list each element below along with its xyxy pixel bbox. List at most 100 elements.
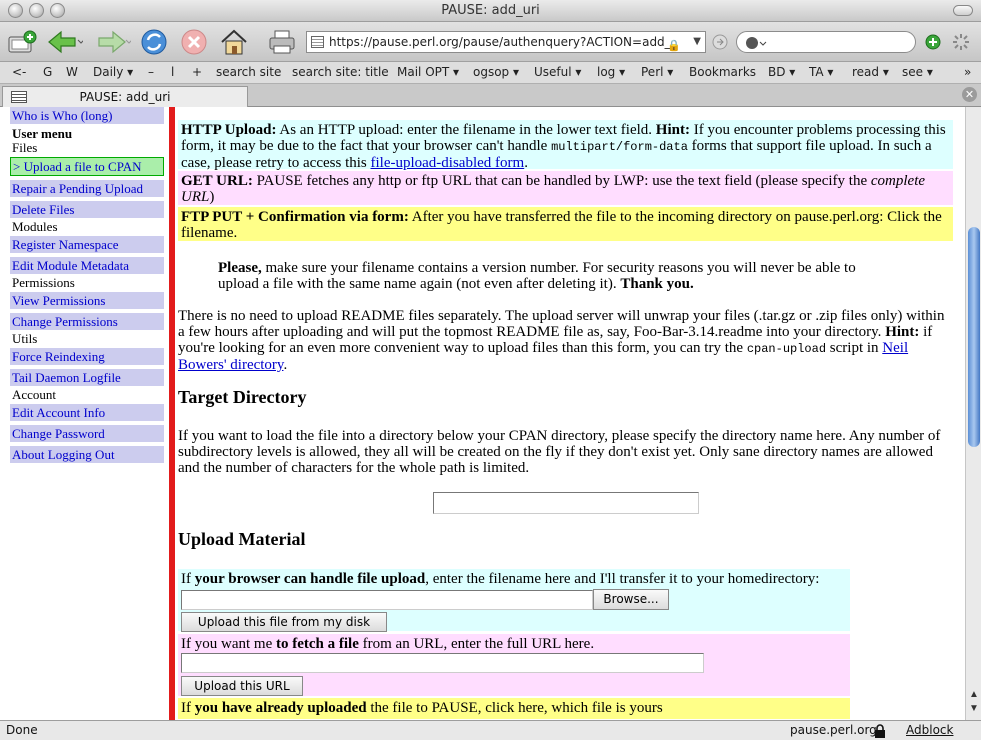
toolbar-toggle-button[interactable] (953, 5, 973, 16)
page-icon (311, 36, 324, 48)
add-button[interactable] (922, 26, 944, 58)
bookmark-item[interactable]: see ▾ (902, 65, 933, 79)
sidebar-item-delete-files[interactable]: Delete Files (10, 201, 164, 218)
bookmark-item[interactable]: Mail OPT ▾ (397, 65, 459, 79)
home-button[interactable] (218, 26, 250, 58)
sidebar-section-permissions: Permissions (12, 275, 75, 290)
close-paren: ) (209, 189, 215, 205)
page-icon (11, 91, 27, 103)
bookmark-item[interactable]: W (66, 65, 78, 79)
bookmark-item[interactable]: l (171, 65, 174, 79)
new-tab-button[interactable] (4, 26, 40, 58)
reload-icon (141, 29, 167, 55)
target-directory-text: If you want to load the file into a dire… (178, 428, 941, 476)
sidebar-item-repair-upload[interactable]: Repair a Pending Upload (10, 180, 164, 197)
bookmark-item[interactable]: + (192, 65, 202, 79)
bookmark-item[interactable]: search site: title (292, 65, 389, 79)
bookmark-item[interactable]: read ▾ (852, 65, 889, 79)
sidebar-item-force-reindex[interactable]: Force Reindexing (10, 348, 164, 365)
search-input[interactable] (736, 31, 916, 53)
lock-icon: 🔒 (667, 39, 681, 52)
print-button[interactable] (266, 26, 298, 58)
scroll-down-arrow-icon[interactable]: ▼ (969, 703, 979, 714)
bookmark-item[interactable]: Perl ▾ (641, 65, 673, 79)
sidebar-section-account: Account (12, 387, 57, 402)
bookmark-item[interactable]: TA ▾ (809, 65, 833, 79)
http-upload-note: HTTP Upload: As an HTTP upload: enter th… (178, 120, 953, 171)
reload-button[interactable] (138, 26, 170, 58)
bookmark-item[interactable]: log ▾ (597, 65, 625, 79)
file-path-input[interactable] (181, 590, 593, 610)
tab-bar: PAUSE: add_uri ✕ (0, 84, 981, 107)
sidebar-item-logout[interactable]: About Logging Out (10, 446, 164, 463)
close-window-button[interactable] (8, 3, 23, 18)
spinner-icon (953, 34, 969, 50)
bookmark-item[interactable]: <- (12, 65, 26, 79)
address-bar[interactable]: https://pause.perl.org/pause/authenquery… (306, 31, 706, 53)
url-text: https://pause.perl.org/pause/authenquery… (329, 35, 671, 49)
sidebar-item-upload[interactable]: > Upload a file to CPAN (10, 157, 164, 176)
url-dropdown-icon[interactable]: ▼ (693, 32, 701, 52)
sidebar-section-files: Files (12, 140, 38, 155)
sidebar-item-change-permissions[interactable]: Change Permissions (10, 313, 164, 330)
printer-icon (269, 30, 295, 54)
upload-text: If (181, 571, 195, 587)
status-text: Done (6, 723, 38, 737)
target-directory-heading: Target Directory (178, 387, 307, 407)
sidebar-item-register-namespace[interactable]: Register Namespace (10, 236, 164, 253)
fetch-url-input[interactable] (181, 653, 704, 673)
forward-button[interactable] (92, 26, 132, 58)
bookmark-item[interactable]: Daily ▾ (93, 65, 133, 79)
get-url-label: GET URL: (181, 173, 253, 189)
sidebar-section-utils: Utils (12, 331, 38, 346)
upload-file-from-disk-button[interactable]: Upload this file from my disk (181, 612, 387, 632)
plus-circle-icon (925, 34, 941, 50)
upload-text: , enter the filename here and I'll trans… (425, 571, 820, 587)
zoom-window-button[interactable] (50, 3, 65, 18)
upload-material-heading: Upload Material (178, 529, 306, 549)
browse-button[interactable]: Browse... (593, 589, 669, 610)
bookmark-item[interactable]: ogsop ▾ (473, 65, 519, 79)
scroll-up-arrow-icon[interactable]: ▲ (969, 689, 979, 700)
cpan-upload-code: cpan-upload (746, 342, 827, 356)
stop-button[interactable] (178, 26, 210, 58)
scrollbar-thumb[interactable] (968, 227, 980, 447)
sidebar-item-who-is-who[interactable]: Who is Who (long) (10, 107, 164, 124)
vertical-scrollbar[interactable]: ▲ ▼ (965, 107, 981, 720)
tab-pause-add-uri[interactable]: PAUSE: add_uri (2, 86, 248, 107)
sidebar-item-edit-account[interactable]: Edit Account Info (10, 404, 164, 421)
stop-icon (181, 29, 207, 55)
bookmark-item[interactable]: – (148, 65, 154, 79)
forward-arrow-icon (98, 30, 131, 54)
bookmark-item[interactable]: G (43, 65, 52, 79)
bookmark-item[interactable]: Useful ▾ (534, 65, 581, 79)
go-button[interactable] (710, 26, 730, 58)
bookmark-item[interactable]: search site (216, 65, 281, 79)
bookmark-item[interactable]: Bookmarks (689, 65, 756, 79)
sidebar-item-edit-metadata[interactable]: Edit Module Metadata (10, 257, 164, 274)
version-note-text: make sure your filename contains a versi… (218, 260, 856, 292)
minimize-window-button[interactable] (29, 3, 44, 18)
sidebar-item-view-permissions[interactable]: View Permissions (10, 292, 164, 309)
bookmark-item[interactable]: BD ▾ (768, 65, 795, 79)
close-tab-icon[interactable]: ✕ (962, 87, 977, 102)
bookmarks-overflow-chevron[interactable]: » (964, 65, 971, 79)
file-upload-disabled-link[interactable]: file-upload-disabled form (371, 155, 525, 171)
sidebar-item-tail-daemon[interactable]: Tail Daemon Logfile (10, 369, 164, 386)
period: . (283, 357, 288, 373)
http-upload-text: As an HTTP upload: enter the filename in… (276, 122, 656, 138)
period: . (524, 155, 528, 171)
target-directory-input[interactable] (433, 492, 699, 514)
back-button[interactable] (44, 26, 84, 58)
pause-user-menu: Who is Who (long) User menu Files > Uplo… (0, 107, 170, 719)
sidebar-section-modules: Modules (12, 219, 58, 234)
readme-note: There is no need to upload README files … (178, 308, 953, 373)
search-engine-icon (746, 37, 767, 49)
fetch-text: from an URL, enter the full URL here. (358, 636, 595, 652)
bookmarks-toolbar: <- G W Daily ▾ – l + search site search … (0, 62, 981, 84)
already-uploaded-section: If you have already uploaded the file to… (178, 698, 850, 719)
adblock-button[interactable]: Adblock (906, 721, 953, 740)
upload-this-url-button[interactable]: Upload this URL (181, 676, 303, 696)
sidebar-item-change-password[interactable]: Change Password (10, 425, 164, 442)
status-bar: Done pause.perl.org Adblock (0, 720, 981, 740)
